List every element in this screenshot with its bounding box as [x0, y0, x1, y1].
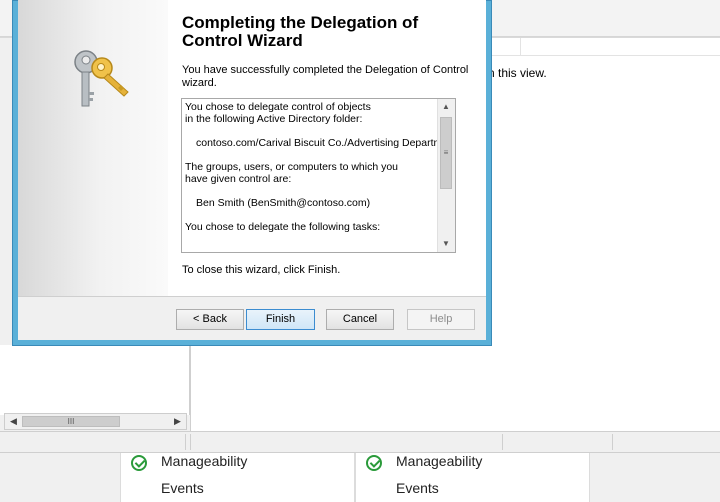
back-button[interactable]: < Back: [176, 309, 244, 330]
manageability-label[interactable]: Manageability: [161, 453, 247, 469]
scroll-thumb[interactable]: III: [22, 416, 120, 427]
check-circle-icon: [366, 455, 382, 471]
events-link[interactable]: Events: [396, 480, 439, 496]
scroll-left-icon[interactable]: ◀: [6, 415, 21, 428]
scroll-thumb[interactable]: ≡: [440, 117, 452, 189]
summary-textbox[interactable]: You chose to delegate control of objects…: [181, 98, 456, 253]
help-button[interactable]: Help: [407, 309, 475, 330]
scroll-right-icon[interactable]: ▶: [170, 415, 185, 428]
summary-spacer: [185, 125, 440, 137]
horizontal-scrollbar[interactable]: ◀ III ▶: [4, 413, 187, 430]
wizard-intro-text: You have successfully completed the Dele…: [182, 64, 469, 89]
summary-line: The groups, users, or computers to which…: [185, 161, 399, 173]
divider: [502, 434, 503, 450]
server-tile[interactable]: Manageability Events: [355, 453, 590, 502]
manageability-label[interactable]: Manageability: [396, 453, 482, 469]
summary-line: in the following Active Directory folder…: [185, 113, 363, 125]
summary-spacer: [185, 185, 440, 197]
vertical-scrollbar[interactable]: ▲ ≡ ▼: [437, 99, 455, 252]
cancel-button[interactable]: Cancel: [326, 309, 394, 330]
column-header[interactable]: [490, 38, 720, 56]
summary-folder-path: contoso.com/Carival Biscuit Co./Advertis…: [196, 137, 440, 149]
summary-spacer: [185, 209, 440, 221]
summary-principal: Ben Smith (BenSmith@contoso.com): [196, 197, 371, 209]
divider: [190, 434, 191, 450]
column-divider[interactable]: [520, 38, 521, 56]
scroll-up-icon[interactable]: ▲: [438, 99, 454, 115]
button-separator: [18, 296, 486, 297]
summary-line: have given control are:: [185, 173, 292, 185]
finish-button[interactable]: Finish: [246, 309, 315, 330]
scroll-down-icon[interactable]: ▼: [438, 236, 454, 252]
summary-text: You chose to delegate control of objects…: [185, 101, 440, 233]
tree-pane: [0, 345, 190, 415]
server-tile[interactable]: Manageability Events: [120, 453, 355, 502]
summary-line: You chose to delegate control of objects: [185, 101, 371, 113]
events-link[interactable]: Events: [161, 480, 204, 496]
empty-view-text: n this view.: [488, 66, 547, 80]
divider: [612, 434, 613, 450]
divider: [185, 434, 186, 450]
summary-line: You chose to delegate the following task…: [185, 221, 381, 233]
keys-icon: [74, 50, 129, 107]
wizard-title: Completing the Delegation of Control Wiz…: [182, 13, 419, 50]
summary-spacer: [185, 149, 440, 161]
wizard-side-panel: [18, 0, 168, 296]
status-bar: [0, 431, 720, 453]
check-circle-icon: [131, 455, 147, 471]
close-hint: To close this wizard, click Finish.: [182, 264, 341, 276]
